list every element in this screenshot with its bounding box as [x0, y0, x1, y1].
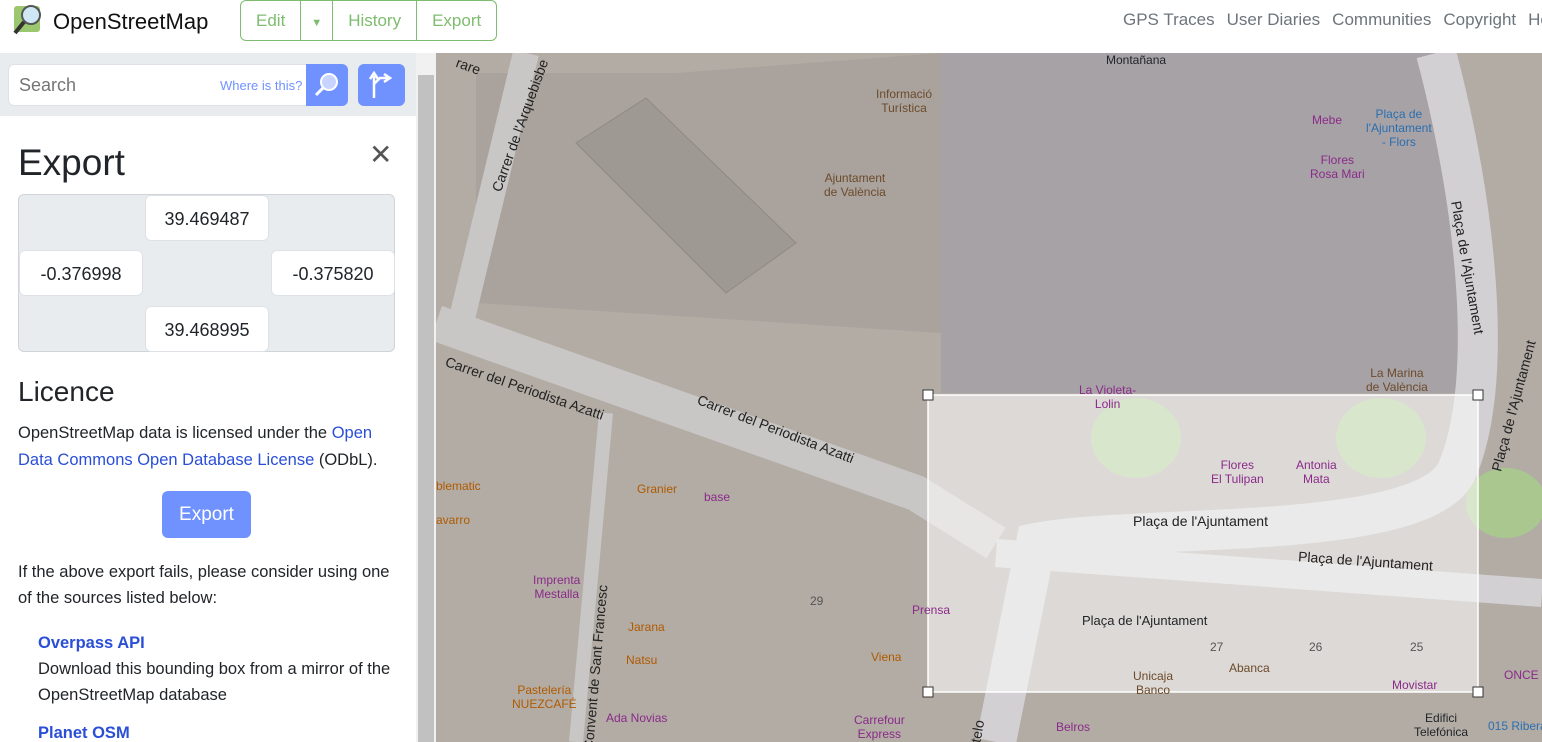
- map-label: Belros: [1056, 720, 1091, 734]
- map-label: ONCE: [1504, 668, 1539, 682]
- search-input[interactable]: [19, 75, 219, 96]
- source-planet: Planet OSM: [38, 720, 398, 742]
- nav-communities[interactable]: Communities: [1332, 10, 1431, 30]
- map-label: Mebe: [1312, 113, 1343, 127]
- nav-copyright[interactable]: Copyright: [1443, 10, 1516, 30]
- map-label: Carrefour Express: [854, 713, 905, 741]
- nav-button-group: Edit ▼ History Export: [240, 0, 498, 41]
- map-label: Plaça de l'Ajuntament - Flors: [1366, 107, 1432, 149]
- map-label: 25: [1410, 640, 1424, 654]
- west-input[interactable]: -0.376998: [19, 250, 143, 296]
- map[interactable]: Montañana Informació Turística Ajuntamen…: [436, 53, 1542, 742]
- export-selection[interactable]: [927, 394, 1479, 693]
- map-label: Informació Turística: [876, 87, 933, 115]
- road-azatti: [436, 306, 1006, 559]
- map-label: Ada Novias: [606, 711, 668, 725]
- map-label: Pastelería NUEZCAFÉ: [512, 683, 577, 711]
- planet-osm-link[interactable]: Planet OSM: [38, 724, 130, 742]
- osm-logo-icon[interactable]: [12, 2, 46, 36]
- map-label: Ajuntament de València: [824, 171, 886, 199]
- search-box: Where is this?: [8, 64, 348, 106]
- map-label: La Violeta- Lolin: [1079, 383, 1137, 411]
- history-button[interactable]: History: [333, 1, 418, 40]
- magnifier-icon: [314, 73, 338, 97]
- nav-gps-traces[interactable]: GPS Traces: [1123, 10, 1215, 30]
- licence-heading: Licence: [18, 376, 115, 407]
- source-overpass: Overpass API Download this bounding box …: [38, 630, 398, 708]
- licence-post: (ODbL).: [314, 451, 378, 469]
- export-fail-text: If the above export fails, please consid…: [18, 563, 390, 607]
- caret-down-icon: ▼: [311, 17, 323, 29]
- search-button[interactable]: [306, 64, 348, 106]
- edit-dropdown-button[interactable]: ▼: [301, 1, 334, 40]
- scrollbar-thumb[interactable]: [418, 75, 434, 742]
- north-input[interactable]: 39.469487: [145, 195, 269, 241]
- plaza: [941, 53, 1476, 393]
- street-label: Plaça de l'Ajuntament: [1133, 513, 1268, 529]
- map-label: Unicaja Banco: [1133, 669, 1174, 697]
- east-input[interactable]: -0.375820: [271, 250, 395, 296]
- export-button[interactable]: Export: [162, 491, 251, 538]
- map-label: Montañana: [1106, 53, 1167, 67]
- map-label: Edifici Telefónica: [1414, 711, 1469, 739]
- map-label: Antonia Mata: [1296, 458, 1337, 486]
- south-input[interactable]: 39.468995: [145, 306, 269, 352]
- directions-icon: [368, 70, 393, 98]
- map-label: La Marina de València: [1366, 366, 1428, 394]
- map-label: Abanca: [1229, 661, 1270, 675]
- where-is-this-link[interactable]: Where is this?: [220, 78, 302, 93]
- map-label: Flores El Tulipan: [1211, 458, 1264, 486]
- map-label: avarro: [436, 513, 471, 527]
- map-label: Movistar: [1392, 678, 1438, 692]
- overpass-link[interactable]: Overpass API: [38, 634, 145, 652]
- street-label: Plaça de l'Ajuntament: [1082, 613, 1208, 628]
- map-label: 015 Ribera: [1488, 719, 1542, 733]
- header: OpenStreetMap Edit ▼ History Export GPS …: [0, 0, 1542, 53]
- map-label: 27: [1210, 640, 1224, 654]
- search-bar: Where is this?: [0, 53, 416, 116]
- map-label: Granier: [637, 482, 678, 496]
- map-label: Imprenta Mestalla: [533, 573, 581, 601]
- close-icon[interactable]: ✕: [369, 138, 392, 171]
- map-label: Jarana: [628, 620, 665, 634]
- map-label: Flores Rosa Mari: [1310, 153, 1365, 181]
- sidebar-scrollbar[interactable]: [416, 53, 436, 742]
- map-label: Natsu: [626, 653, 658, 667]
- nav-user-diaries[interactable]: User Diaries: [1227, 10, 1321, 30]
- edit-button[interactable]: Edit: [241, 1, 302, 40]
- directions-button[interactable]: [358, 64, 405, 106]
- export-tab-button[interactable]: Export: [417, 1, 496, 40]
- map-label: Viena: [871, 650, 902, 664]
- licence-pre: OpenStreetMap data is licensed under the: [18, 424, 332, 442]
- licence-text: OpenStreetMap data is licensed under the…: [18, 420, 403, 474]
- map-label: blematic: [436, 479, 481, 493]
- map-label: base: [704, 490, 731, 504]
- panel-title: Export: [18, 142, 125, 183]
- secondary-nav: GPS Traces User Diaries Communities Copy…: [1123, 10, 1542, 30]
- brand-name[interactable]: OpenStreetMap: [53, 9, 208, 35]
- bounding-box-fields: 39.469487 -0.376998 -0.375820 39.468995: [18, 194, 395, 352]
- overpass-desc: Download this bounding box from a mirror…: [38, 660, 391, 704]
- map-label: Prensa: [912, 603, 951, 617]
- nav-help[interactable]: He: [1528, 10, 1542, 30]
- map-label: 29: [810, 594, 824, 608]
- export-panel: Export ✕ 39.469487 -0.376998 -0.375820 3…: [0, 116, 416, 742]
- map-label: 26: [1309, 640, 1323, 654]
